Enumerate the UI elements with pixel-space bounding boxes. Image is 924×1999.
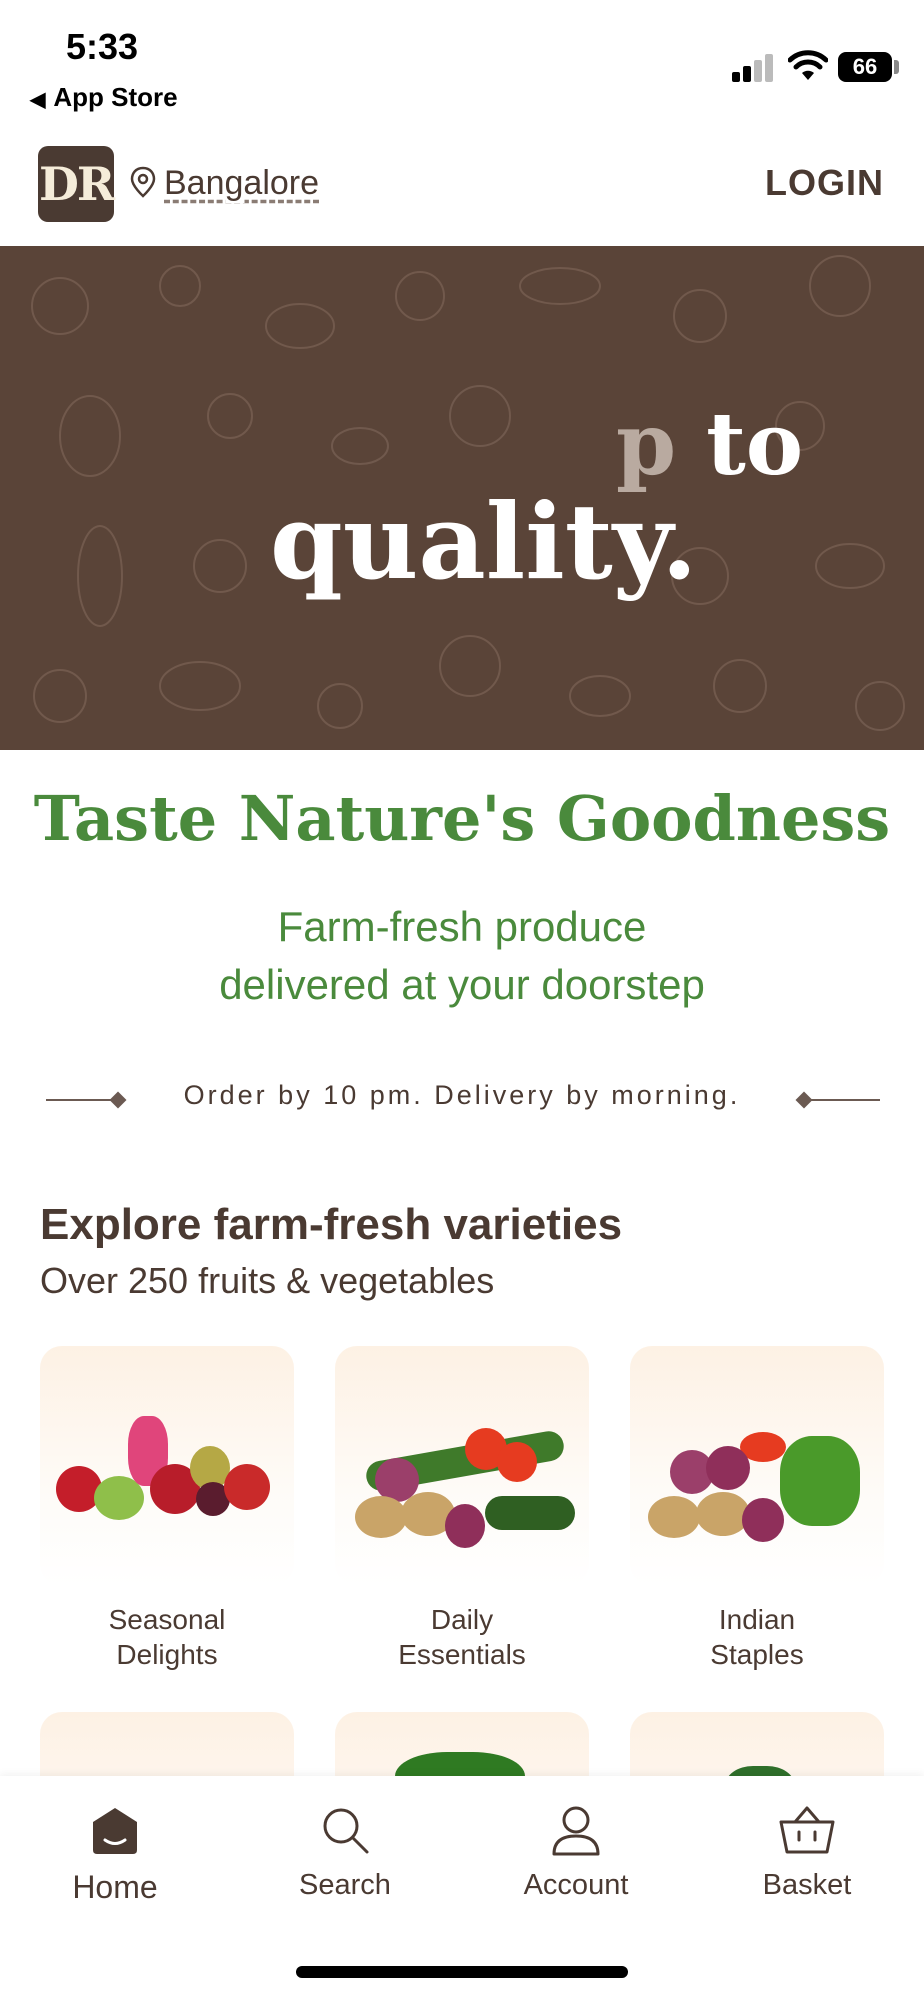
nav-home-label: Home	[72, 1869, 158, 1905]
back-arrow-icon: ◀	[30, 89, 46, 111]
home-indicator[interactable]	[296, 1966, 628, 1978]
banner-headline-line2: quality.	[270, 480, 698, 603]
page-headline: Taste Nature's Goodness	[33, 782, 891, 855]
home-icon	[93, 1808, 137, 1854]
divider-right	[806, 1099, 880, 1101]
account-icon	[552, 1806, 600, 1856]
wifi-icon	[788, 50, 828, 80]
category-label-line1: Indian	[718, 1604, 796, 1635]
nav-basket-label: Basket	[762, 1869, 852, 1901]
delivery-note: Order by 10 pm. Delivery by morning.	[44, 1080, 880, 1120]
login-button[interactable]: LOGIN	[765, 162, 884, 204]
category-image	[630, 1346, 884, 1586]
nav-search[interactable]: Search	[265, 1802, 425, 1902]
subheadline-line1: Farm-fresh produce	[277, 903, 647, 950]
cellular-signal-icon	[732, 50, 776, 82]
category-image	[40, 1346, 294, 1586]
category-label: Seasonal Delights	[40, 1602, 294, 1672]
battery-icon: 66	[838, 52, 892, 82]
basket-icon	[779, 1806, 835, 1854]
brand-logo[interactable]: DR	[38, 146, 115, 222]
category-card-daily[interactable]: Daily Essentials	[335, 1346, 589, 1672]
page-subheadline: Farm-fresh produce delivered at your doo…	[0, 898, 924, 1014]
back-app-label: App Store	[53, 82, 178, 112]
category-label-line1: Daily	[430, 1604, 494, 1635]
order-note-text: Order by 10 pm. Delivery by morning.	[183, 1080, 741, 1110]
category-label: Daily Essentials	[335, 1602, 589, 1672]
nav-search-label: Search	[299, 1869, 391, 1901]
section-subtitle: Over 250 fruits & vegetables	[40, 1260, 495, 1301]
status-bar: 5:33 ◀ App Store 66	[0, 0, 924, 130]
location-selector[interactable]: Bangalore	[164, 164, 319, 203]
back-to-app-store[interactable]: ◀ App Store	[30, 82, 178, 113]
category-label-line2: Essentials	[398, 1639, 526, 1670]
search-icon	[323, 1808, 369, 1854]
status-time: 5:33	[66, 26, 139, 67]
category-label: Indian Staples	[630, 1602, 884, 1672]
category-label-line1: Seasonal	[108, 1604, 226, 1635]
hero-banner[interactable]: p to quality.	[0, 246, 924, 750]
nav-account[interactable]: Account	[496, 1802, 656, 1902]
battery-tip	[894, 60, 899, 74]
category-card-indian[interactable]: Indian Staples	[630, 1346, 884, 1672]
category-label-line2: Delights	[116, 1639, 218, 1670]
category-label-line2: Staples	[710, 1639, 804, 1670]
location-pin-icon	[130, 166, 156, 198]
section-title: Explore farm-fresh varieties	[40, 1200, 623, 1249]
app-header: DR Bangalore LOGIN	[0, 140, 924, 244]
nav-account-label: Account	[523, 1869, 629, 1901]
nav-basket[interactable]: Basket	[727, 1802, 887, 1902]
category-image	[335, 1346, 589, 1586]
category-card-seasonal[interactable]: Seasonal Delights	[40, 1346, 294, 1672]
nav-home[interactable]: Home	[35, 1802, 195, 1906]
subheadline-line2: delivered at your doorstep	[219, 961, 705, 1008]
